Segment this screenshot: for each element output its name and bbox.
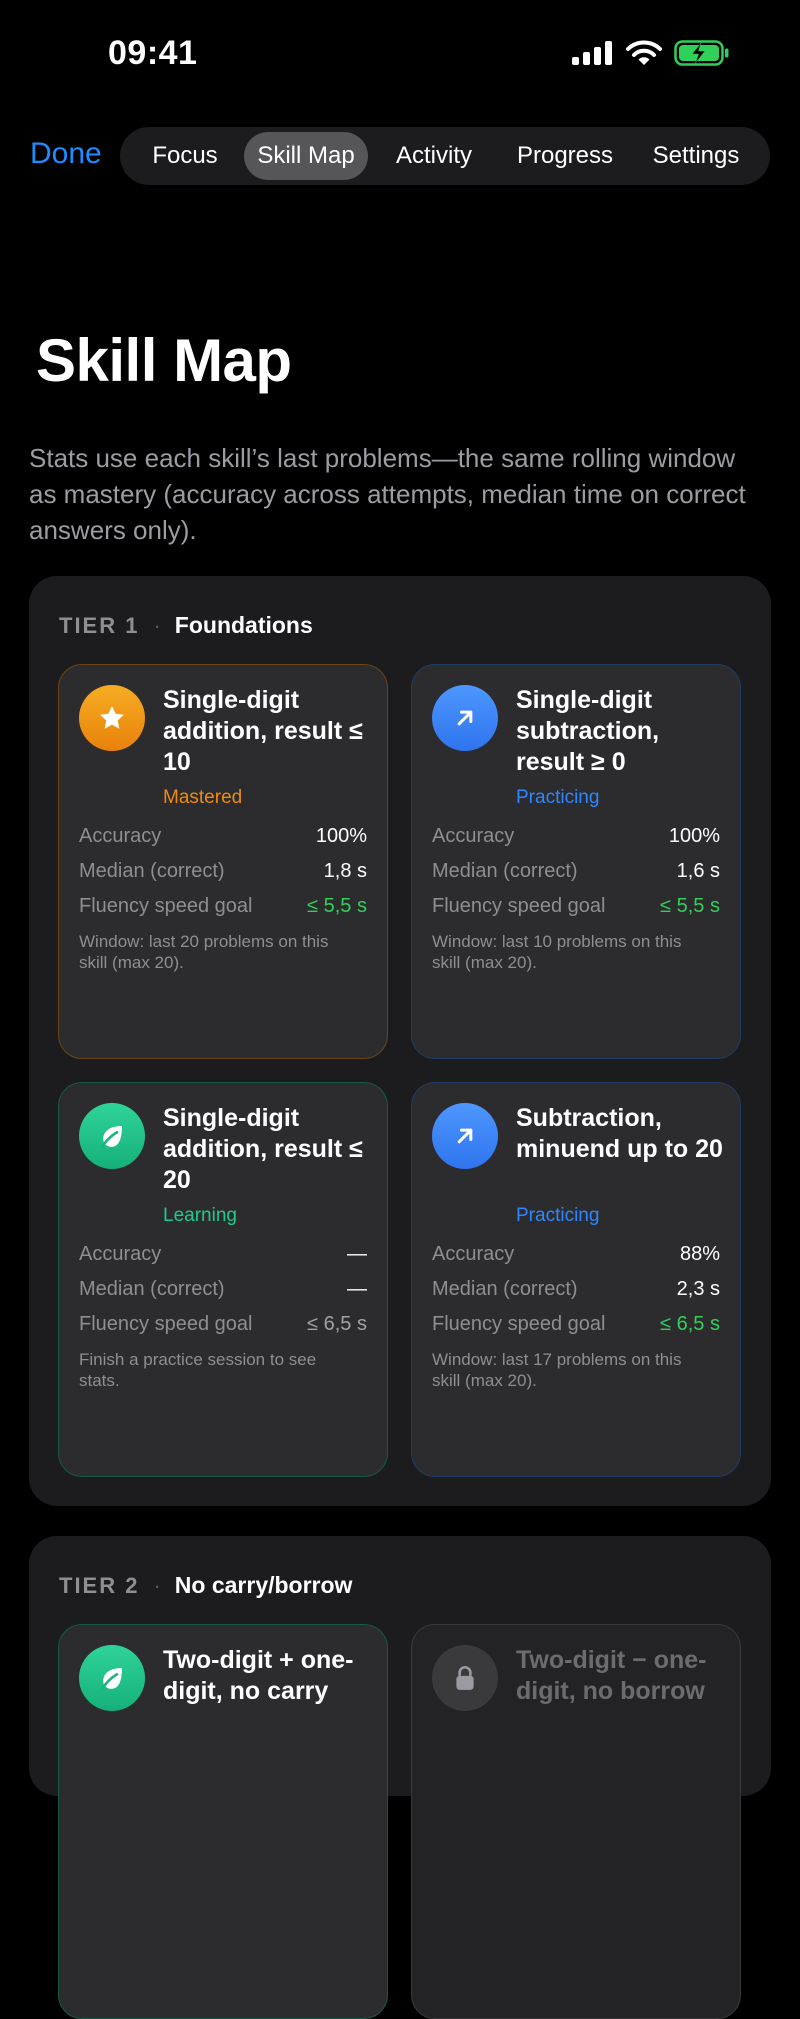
stat-label: Accuracy xyxy=(79,825,162,847)
tier-header: TIER 2 · No carry/borrow xyxy=(59,1572,352,1599)
accuracy-value: — xyxy=(347,1243,367,1265)
accuracy-row: Accuracy — xyxy=(79,1243,367,1266)
skill-card[interactable]: Two-digit + one-digit, no carry xyxy=(58,1624,388,2019)
goal-row: Fluency speed goal ≤ 6,5 s xyxy=(79,1313,367,1336)
stat-label: Fluency speed goal xyxy=(79,1313,253,1335)
skill-title: Subtraction, minuend up to 20 xyxy=(516,1104,723,1163)
tier-separator: · xyxy=(153,1572,161,1598)
battery-charging-icon xyxy=(674,40,729,66)
accuracy-row: Accuracy 88% xyxy=(432,1243,720,1266)
skill-card[interactable]: Single-digit addition, result ≤ 10 Maste… xyxy=(58,664,388,1059)
tab-activity[interactable]: Activity xyxy=(368,132,500,180)
status-time: 09:41 xyxy=(108,34,198,72)
goal-row: Fluency speed goal ≤ 6,5 s xyxy=(432,1313,720,1336)
median-value: 1,6 s xyxy=(676,860,720,882)
skill-card[interactable]: Single-digit addition, result ≤ 20 Learn… xyxy=(58,1082,388,1477)
skill-status: Learning xyxy=(163,1205,237,1226)
status-icons xyxy=(572,40,730,66)
stat-label: Median (correct) xyxy=(79,860,225,882)
skill-title: Single-digit subtraction, result ≥ 0 xyxy=(516,686,660,776)
status-bar: 09:41 xyxy=(0,0,800,110)
goal-value: ≤ 5,5 s xyxy=(660,895,720,917)
tier-header: TIER 1 · Foundations xyxy=(59,612,313,639)
stat-label: Median (correct) xyxy=(432,860,578,882)
tier-2-section: TIER 2 · No carry/borrow Two-digit + one… xyxy=(29,1536,771,2019)
skill-note: Window: last 17 problems on this skill (… xyxy=(432,1350,682,1390)
star-icon xyxy=(79,685,145,751)
goal-row: Fluency speed goal ≤ 5,5 s xyxy=(432,895,720,918)
wifi-icon xyxy=(626,40,662,65)
tier-name: No carry/borrow xyxy=(174,1572,353,1598)
tier-name: Foundations xyxy=(174,612,313,638)
goal-value: ≤ 5,5 s xyxy=(307,895,367,917)
tier-label: TIER 1 xyxy=(59,612,140,638)
accuracy-row: Accuracy 100% xyxy=(79,825,367,848)
skill-title: Single-digit addition, result ≤ 20 xyxy=(163,1104,363,1194)
goal-row: Fluency speed goal ≤ 5,5 s xyxy=(79,895,367,918)
median-row: Median (correct) 1,6 s xyxy=(432,860,720,883)
stat-label: Accuracy xyxy=(79,1243,162,1265)
intro-text: Stats use each skill’s last problems—the… xyxy=(29,443,746,545)
cellular-signal-icon xyxy=(572,41,612,65)
leaf-icon xyxy=(79,1103,145,1169)
skill-note: Finish a practice session to see stats. xyxy=(79,1350,317,1390)
skill-status: Practicing xyxy=(516,787,600,808)
stat-label: Median (correct) xyxy=(79,1278,225,1300)
page-title: Skill Map xyxy=(36,327,292,394)
tab-settings[interactable]: Settings xyxy=(630,132,762,180)
accuracy-row: Accuracy 100% xyxy=(432,825,720,848)
skill-title: Two-digit + one-digit, no carry xyxy=(163,1646,354,1705)
skill-card[interactable]: Subtraction, minuend up to 20 Practicing… xyxy=(411,1082,741,1477)
skill-status: Mastered xyxy=(163,787,243,808)
skill-card-locked[interactable]: Two-digit − one-digit, no borrow xyxy=(411,1624,741,2019)
tier-label: TIER 2 xyxy=(59,1572,140,1598)
median-value: — xyxy=(347,1278,367,1300)
median-row: Median (correct) — xyxy=(79,1278,367,1301)
goal-value: ≤ 6,5 s xyxy=(307,1313,367,1335)
skill-status: Practicing xyxy=(516,1205,600,1226)
done-button[interactable]: Done xyxy=(30,137,102,171)
tab-progress[interactable]: Progress xyxy=(500,132,630,180)
stat-label: Fluency speed goal xyxy=(79,895,253,917)
top-navigation: Done Focus Skill Map Activity Progress S… xyxy=(0,127,800,187)
tab-bar: Focus Skill Map Activity Progress Settin… xyxy=(120,127,770,185)
tier-1-section: TIER 1 · Foundations Single-digit additi… xyxy=(29,576,771,1506)
stat-label: Fluency speed goal xyxy=(432,1313,606,1335)
accuracy-value: 100% xyxy=(668,825,720,847)
skill-note: Window: last 20 problems on this skill (… xyxy=(79,932,329,972)
skill-note: Window: last 10 problems on this skill (… xyxy=(432,932,682,972)
median-value: 1,8 s xyxy=(323,860,367,882)
tab-focus[interactable]: Focus xyxy=(126,132,244,180)
skill-card[interactable]: Single-digit subtraction, result ≥ 0 Pra… xyxy=(411,664,741,1059)
median-value: 2,3 s xyxy=(676,1278,720,1300)
arrow-up-right-icon xyxy=(432,685,498,751)
leaf-icon xyxy=(79,1645,145,1711)
tab-skill-map[interactable]: Skill Map xyxy=(244,132,368,180)
accuracy-value: 88% xyxy=(679,1243,720,1265)
median-row: Median (correct) 1,8 s xyxy=(79,860,367,883)
median-row: Median (correct) 2,3 s xyxy=(432,1278,720,1301)
skill-title: Single-digit addition, result ≤ 10 xyxy=(163,686,363,776)
stat-label: Fluency speed goal xyxy=(432,895,606,917)
skill-title: Two-digit − one-digit, no borrow xyxy=(516,1646,707,1705)
goal-value: ≤ 6,5 s xyxy=(660,1313,720,1335)
tier-separator: · xyxy=(153,612,161,638)
stat-label: Accuracy xyxy=(432,825,515,847)
lock-icon xyxy=(432,1645,498,1711)
stat-label: Median (correct) xyxy=(432,1278,578,1300)
stat-label: Accuracy xyxy=(432,1243,515,1265)
accuracy-value: 100% xyxy=(315,825,367,847)
arrow-up-right-icon xyxy=(432,1103,498,1169)
